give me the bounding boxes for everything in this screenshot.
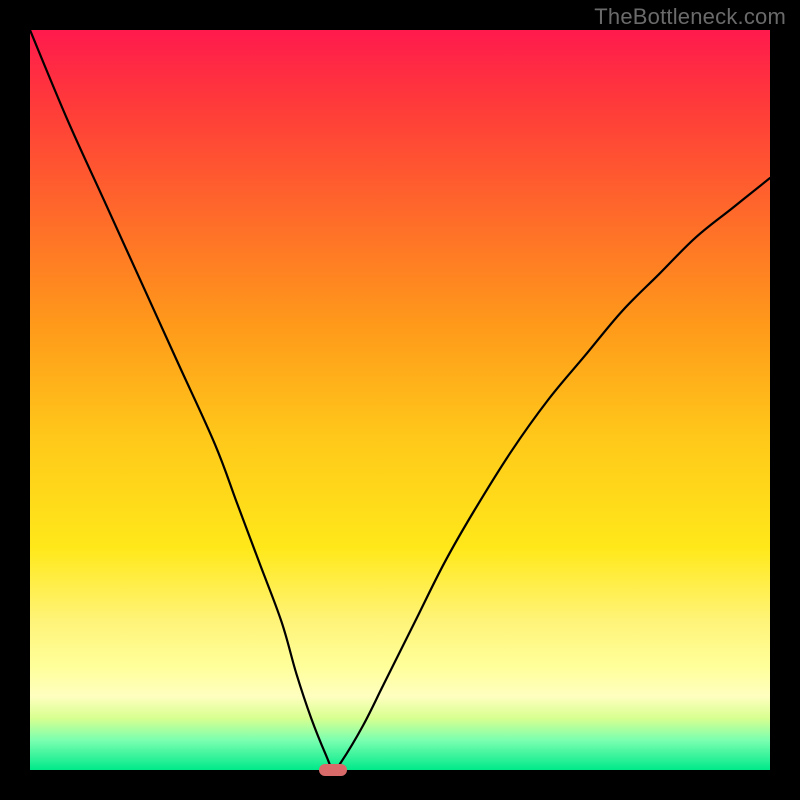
watermark-text: TheBottleneck.com: [594, 4, 786, 30]
curve-svg: [30, 30, 770, 770]
plot-area: [30, 30, 770, 770]
minimum-marker: [319, 764, 347, 776]
chart-frame: TheBottleneck.com: [0, 0, 800, 800]
bottleneck-curve-path: [30, 30, 770, 770]
